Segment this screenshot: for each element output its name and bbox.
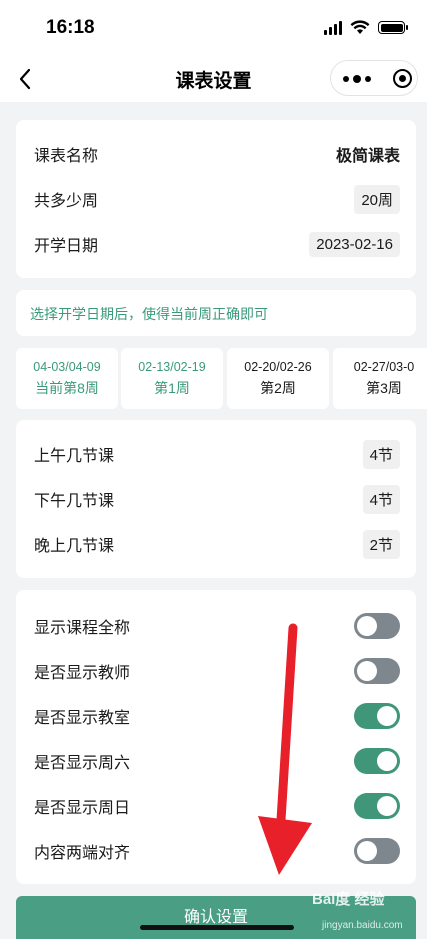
total-weeks-label: 共多少周 <box>34 193 99 210</box>
toggle-row[interactable]: 是否显示教室 <box>34 698 400 734</box>
afternoon-sessions-label: 下午几节课 <box>34 493 115 510</box>
morning-sessions-label: 上午几节课 <box>34 448 115 465</box>
week-range: 02-27/03-0 <box>353 360 415 374</box>
week-item-1[interactable]: 02-13/02-19 第1周 <box>121 348 223 409</box>
schedule-name-label: 课表名称 <box>34 148 99 165</box>
schedule-name-row[interactable]: 课表名称 极简课表 <box>34 136 400 172</box>
mini-program-capsule <box>330 60 418 96</box>
total-weeks-row[interactable]: 共多少周 20周 <box>34 181 400 217</box>
close-mini-program-icon[interactable] <box>393 69 412 88</box>
sessions-card: 上午几节课 4节 下午几节课 4节 晚上几节课 2节 <box>16 420 416 578</box>
start-date-row[interactable]: 开学日期 2023-02-16 <box>34 226 400 262</box>
week-name: 第2周 <box>260 380 296 396</box>
afternoon-sessions-row[interactable]: 下午几节课 4节 <box>34 481 400 517</box>
week-name: 第1周 <box>154 380 190 396</box>
hint-text: 选择开学日期后，使得当前周正确即可 <box>30 306 268 322</box>
red-arrow-annotation <box>258 623 312 875</box>
home-indicator <box>140 925 294 930</box>
wifi-icon <box>350 20 370 34</box>
basic-info-card: 课表名称 极简课表 共多少周 20周 开学日期 2023-02-16 <box>16 120 416 278</box>
week-range: 04-03/04-09 <box>33 360 101 374</box>
status-icons <box>324 20 408 35</box>
toggle-label: 显示课程全称 <box>34 620 131 637</box>
start-date-label: 开学日期 <box>34 238 99 255</box>
status-bar: 16:18 <box>0 0 427 56</box>
total-weeks-picker[interactable]: 20周 <box>354 184 400 214</box>
toggle-row[interactable]: 是否显示周日 <box>34 788 400 824</box>
baidu-watermark-logo: Bai度 经验 <box>312 891 385 908</box>
cellular-signal-icon <box>324 20 342 35</box>
toggle-label: 是否显示教室 <box>34 710 131 727</box>
display-options-card: 显示课程全称 是否显示教师 是否显示教室 是否显示周六 是否显示周日 内容两端对… <box>16 590 416 884</box>
toggle-label: 内容两端对齐 <box>34 845 131 862</box>
morning-sessions-row[interactable]: 上午几节课 4节 <box>34 436 400 472</box>
toggle-label: 是否显示周六 <box>34 755 131 772</box>
week-item-3[interactable]: 02-27/03-0 第3周 <box>333 348 427 409</box>
nav-bar: 课表设置 <box>0 56 427 102</box>
evening-sessions-label: 晚上几节课 <box>34 538 115 555</box>
afternoon-sessions-picker[interactable]: 4节 <box>362 484 400 514</box>
toggle-label: 是否显示周日 <box>34 800 131 817</box>
toggle-row[interactable]: 内容两端对齐 <box>34 833 400 869</box>
week-name: 当前第8周 <box>35 380 99 396</box>
week-range: 02-13/02-19 <box>138 360 206 374</box>
schedule-name-value[interactable]: 极简课表 <box>336 142 400 166</box>
week-item-2[interactable]: 02-20/02-26 第2周 <box>227 348 329 409</box>
evening-sessions-picker[interactable]: 2节 <box>362 529 400 559</box>
hint-card: 选择开学日期后，使得当前周正确即可 <box>16 290 416 336</box>
show-classroom-toggle[interactable] <box>354 703 400 729</box>
more-options-icon[interactable] <box>343 75 371 83</box>
show-teacher-toggle[interactable] <box>354 658 400 684</box>
toggle-row[interactable]: 是否显示教师 <box>34 653 400 689</box>
baidu-watermark-url: jingyan.baidu.com <box>322 920 403 931</box>
justify-content-toggle[interactable] <box>354 838 400 864</box>
morning-sessions-picker[interactable]: 4节 <box>362 439 400 469</box>
toggle-label: 是否显示教师 <box>34 665 131 682</box>
show-full-course-name-toggle[interactable] <box>354 613 400 639</box>
week-selector[interactable]: 04-03/04-09 当前第8周 02-13/02-19 第1周 02-20/… <box>16 348 427 410</box>
toggle-row[interactable]: 显示课程全称 <box>34 608 400 644</box>
toggle-row[interactable]: 是否显示周六 <box>34 743 400 779</box>
week-range: 02-20/02-26 <box>244 360 312 374</box>
evening-sessions-row[interactable]: 晚上几节课 2节 <box>34 526 400 562</box>
week-name: 第3周 <box>366 380 402 396</box>
show-sunday-toggle[interactable] <box>354 793 400 819</box>
status-time: 16:18 <box>46 17 95 38</box>
show-saturday-toggle[interactable] <box>354 748 400 774</box>
battery-icon <box>378 21 408 34</box>
start-date-picker[interactable]: 2023-02-16 <box>309 231 400 257</box>
week-item-current[interactable]: 04-03/04-09 当前第8周 <box>16 348 118 409</box>
